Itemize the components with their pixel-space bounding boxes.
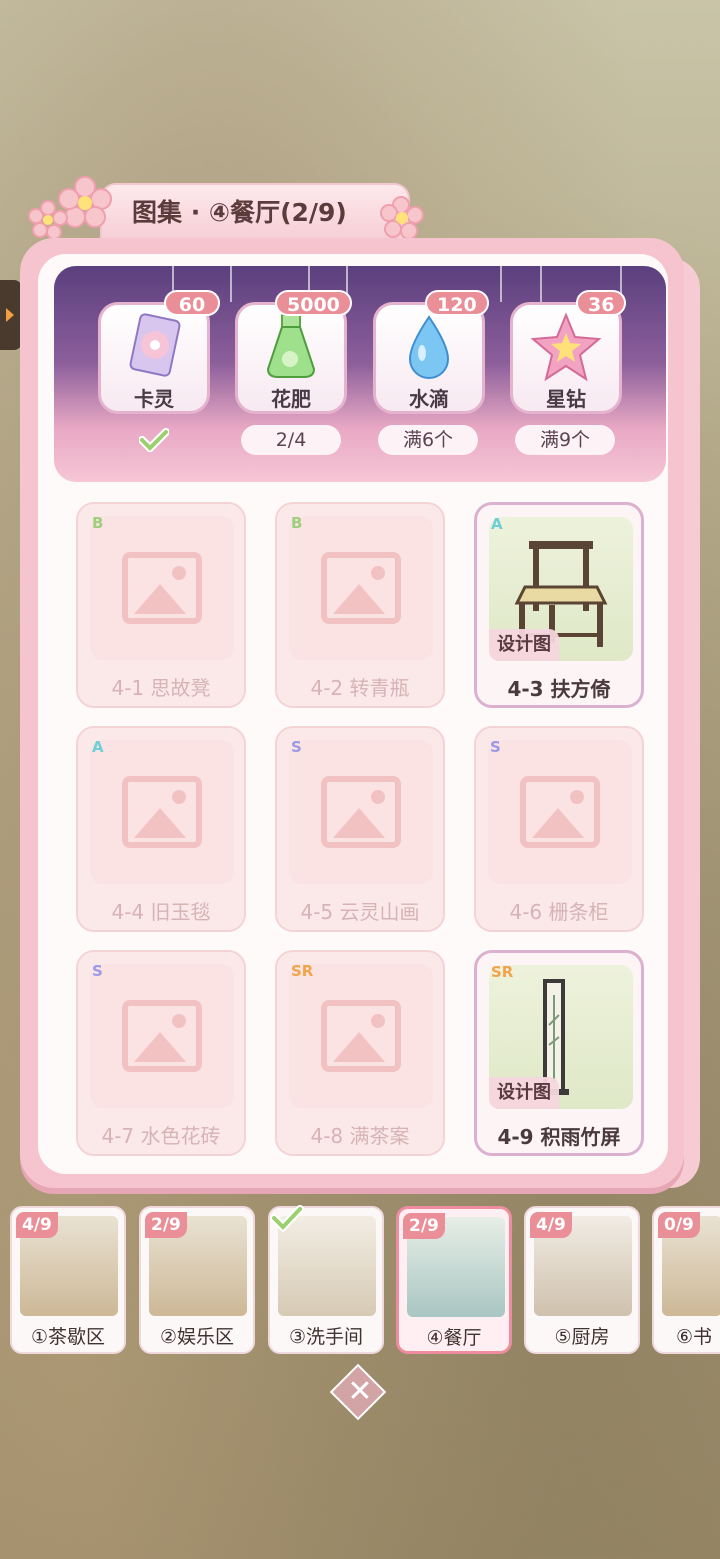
room-name: ④餐厅 xyxy=(426,1327,482,1349)
collection-item-4-7[interactable]: S 4-7 水色花砖 xyxy=(76,950,246,1156)
rarity-badge: A xyxy=(92,738,104,756)
rarity-badge: B xyxy=(291,514,303,532)
item-label: 4-9 积雨竹屏 xyxy=(497,1125,621,1149)
reward-condition: 满9个 xyxy=(515,425,615,455)
room-tab-kitchen[interactable]: 4/9 ⑤厨房 xyxy=(524,1206,640,1354)
item-label: 4-7 水色花砖 xyxy=(101,1124,221,1148)
page-title: 图集 · ④餐厅(2/9) xyxy=(132,198,347,227)
image-placeholder-icon xyxy=(122,552,202,624)
item-label: 4-8 满茶案 xyxy=(310,1124,410,1148)
rarity-badge: B xyxy=(92,514,104,532)
rarity-badge: S xyxy=(92,962,103,980)
item-label: 4-3 扶方倚 xyxy=(507,677,611,701)
card-icon xyxy=(129,313,181,377)
room-progress-badge: 2/9 xyxy=(145,1212,187,1238)
item-image-placeholder xyxy=(289,740,433,884)
item-image-placeholder xyxy=(90,964,234,1108)
star-diamond-icon xyxy=(530,312,602,382)
claimed-check-icon xyxy=(139,428,169,452)
collection-item-4-6[interactable]: S 4-6 栅条柜 xyxy=(474,726,644,932)
reward-badge: 5000 xyxy=(275,290,352,316)
rarity-badge: SR xyxy=(491,963,514,981)
reward-name: 卡灵 xyxy=(134,387,174,411)
image-placeholder-icon xyxy=(520,776,600,848)
collection-item-4-8[interactable]: SR 4-8 满茶案 xyxy=(275,950,445,1156)
item-label: 4-1 思故凳 xyxy=(111,676,211,700)
rarity-badge: S xyxy=(291,738,302,756)
item-image-placeholder xyxy=(289,964,433,1108)
collection-item-4-5[interactable]: S 4-5 云灵山画 xyxy=(275,726,445,932)
water-drop-icon xyxy=(408,315,450,379)
reward-name: 花肥 xyxy=(271,387,311,411)
reward-name: 星钻 xyxy=(546,387,586,411)
room-tab-dining[interactable]: 2/9 ④餐厅 xyxy=(396,1206,512,1354)
image-placeholder-icon xyxy=(321,1000,401,1072)
room-name: ⑥书 xyxy=(676,1326,713,1348)
room-progress-badge: 0/9 xyxy=(658,1212,700,1238)
room-tab-study[interactable]: 0/9 ⑥书 xyxy=(652,1206,720,1354)
item-label: 4-4 旧玉毯 xyxy=(111,900,211,924)
item-label: 4-5 云灵山画 xyxy=(300,900,420,924)
side-expand-tab[interactable] xyxy=(0,280,22,350)
rarity-badge: SR xyxy=(291,962,314,980)
image-placeholder-icon xyxy=(122,1000,202,1072)
room-tab-tea-break[interactable]: 4/9 ①茶歇区 xyxy=(10,1206,126,1354)
collection-item-4-9[interactable]: SR 设计图 4-9 积雨竹屏 xyxy=(474,950,644,1156)
design-blueprint-tag: 设计图 xyxy=(489,629,559,661)
reward-name: 水滴 xyxy=(409,387,449,411)
item-image-placeholder xyxy=(90,516,234,660)
room-tab-restroom[interactable]: ③洗手间 xyxy=(268,1205,384,1354)
collection-item-4-3[interactable]: A 设计图 4-3 扶方倚 xyxy=(474,502,644,708)
reward-badge: 120 xyxy=(425,290,489,316)
room-name: ①茶歇区 xyxy=(30,1326,106,1348)
room-name: ③洗手间 xyxy=(288,1326,364,1348)
reward-badge: 36 xyxy=(576,290,627,316)
rarity-badge: A xyxy=(491,515,503,533)
complete-check-icon xyxy=(270,1205,304,1232)
collection-item-4-4[interactable]: A 4-4 旧玉毯 xyxy=(76,726,246,932)
close-icon[interactable]: ✕ xyxy=(340,1372,380,1412)
item-image-placeholder xyxy=(289,516,433,660)
room-progress-badge: 4/9 xyxy=(16,1212,58,1238)
reward-badge: 60 xyxy=(164,290,220,316)
room-progress-badge: 2/9 xyxy=(403,1213,445,1239)
rarity-badge: S xyxy=(490,738,501,756)
item-image-placeholder xyxy=(90,740,234,884)
reward-condition: 满6个 xyxy=(378,425,478,455)
collection-item-4-1[interactable]: B 4-1 思故凳 xyxy=(76,502,246,708)
item-label: 4-2 转青瓶 xyxy=(310,676,410,700)
item-label: 4-6 栅条柜 xyxy=(509,900,609,924)
fertilizer-icon xyxy=(266,314,316,378)
design-blueprint-tag: 设计图 xyxy=(489,1077,559,1109)
room-name: ②娱乐区 xyxy=(159,1326,235,1348)
reward-condition: 2/4 xyxy=(241,425,341,455)
room-progress-badge: 4/9 xyxy=(530,1212,572,1238)
collection-item-4-2[interactable]: B 4-2 转青瓶 xyxy=(275,502,445,708)
room-tab-entertainment[interactable]: 2/9 ②娱乐区 xyxy=(139,1206,255,1354)
image-placeholder-icon xyxy=(122,776,202,848)
room-name: ⑤厨房 xyxy=(554,1326,610,1348)
item-image-placeholder xyxy=(488,740,632,884)
image-placeholder-icon xyxy=(321,552,401,624)
image-placeholder-icon xyxy=(321,776,401,848)
